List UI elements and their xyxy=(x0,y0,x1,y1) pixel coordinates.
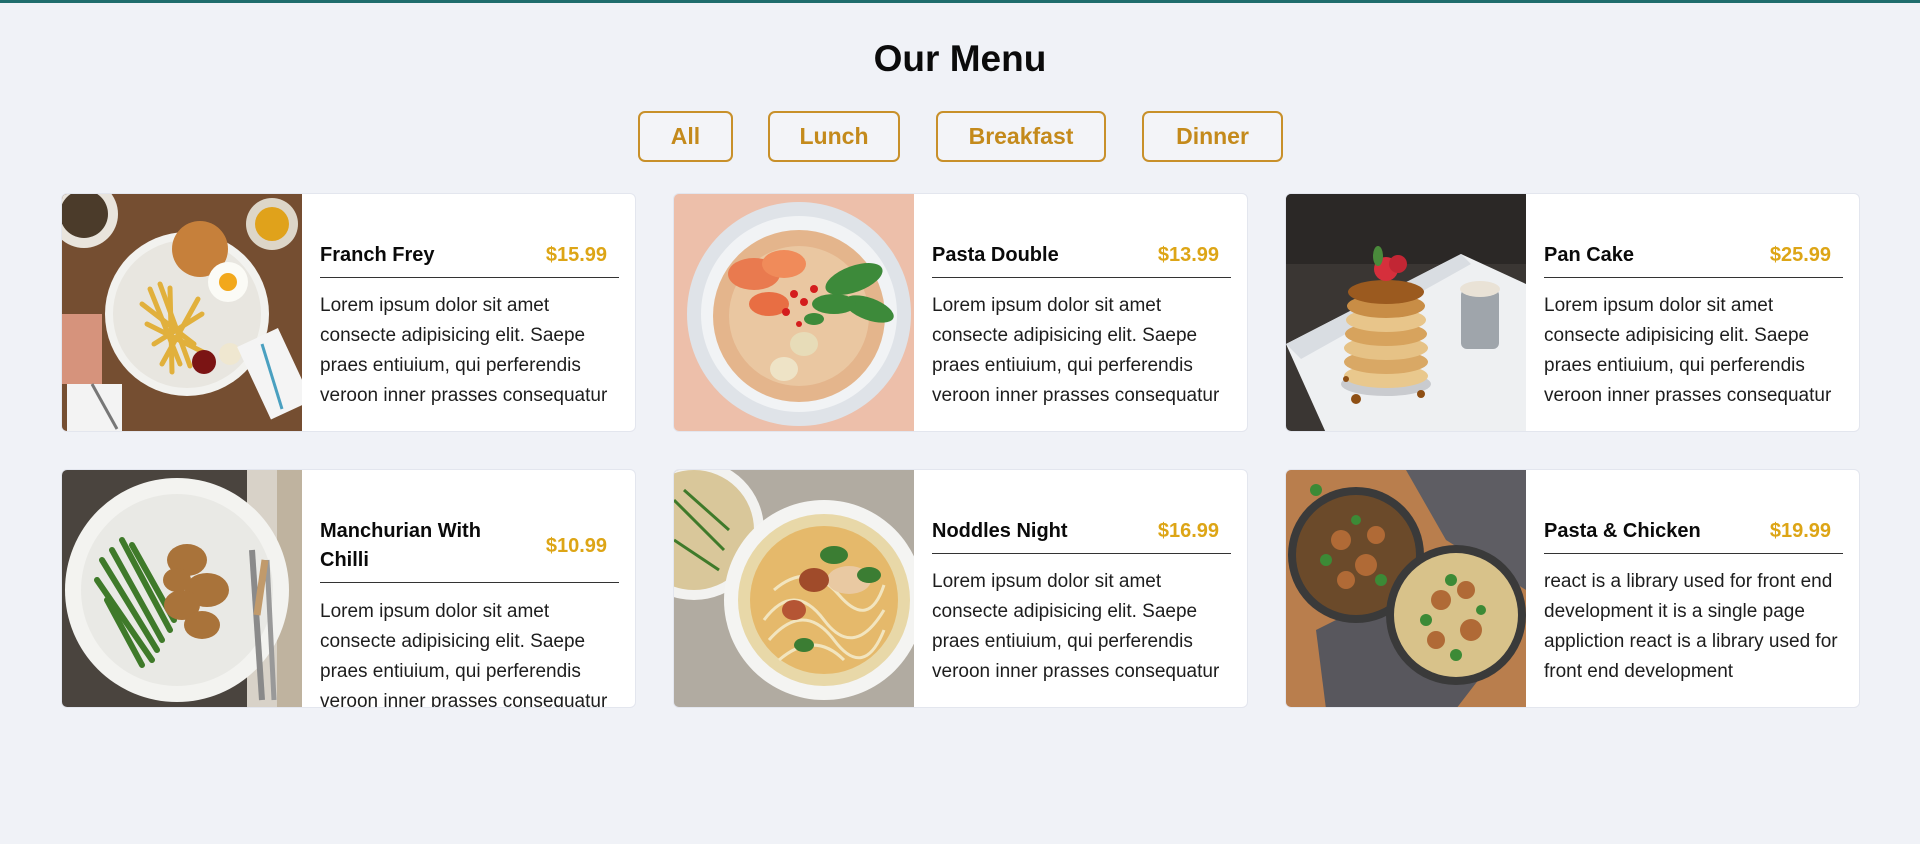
top-accent-bar xyxy=(0,0,1920,3)
menu-item-card[interactable]: Franch Frey $15.99 Lorem ipsum dolor sit… xyxy=(61,193,636,432)
menu-item-description: Lorem ipsum dolor sit amet consecte adip… xyxy=(320,295,608,406)
food-image-noodle-soup xyxy=(674,470,914,707)
menu-item-card[interactable]: Noddles Night $16.99 Lorem ipsum dolor s… xyxy=(673,469,1248,708)
menu-item-name: Manchurian With Chilli xyxy=(320,520,481,571)
menu-item-card[interactable]: Pasta Double $13.99 Lorem ipsum dolor si… xyxy=(673,193,1248,432)
food-image-shrimp-noodles xyxy=(674,194,914,431)
menu-item-description: react is a library used for front end de… xyxy=(1544,571,1838,682)
menu-item-description: Lorem ipsum dolor sit amet consecte adip… xyxy=(932,295,1220,406)
menu-item-name: Noddles Night xyxy=(932,520,1068,542)
menu-item-name: Pasta Double xyxy=(932,244,1059,266)
menu-item-price: $15.99 xyxy=(545,244,607,266)
menu-item-name: Franch Frey xyxy=(320,244,435,266)
menu-item-description: Lorem ipsum dolor sit amet consecte adip… xyxy=(1544,295,1832,406)
menu-item-price: $13.99 xyxy=(1157,244,1219,266)
menu-item-price: $16.99 xyxy=(1157,520,1219,542)
food-image-burger-fries xyxy=(62,194,302,431)
menu-item-name: Pasta & Chicken xyxy=(1544,520,1701,542)
food-image-mushroom-bowls xyxy=(1286,470,1526,707)
menu-item-price: $19.99 xyxy=(1769,520,1831,542)
filter-breakfast-button[interactable]: Breakfast xyxy=(936,111,1106,162)
food-image-pancakes xyxy=(1286,194,1526,431)
filter-bar: All Lunch Breakfast Dinner xyxy=(0,111,1920,163)
menu-item-card[interactable]: Pasta & Chicken $19.99 react is a librar… xyxy=(1285,469,1860,708)
menu-item-description: Lorem ipsum dolor sit amet consecte adip… xyxy=(320,601,608,708)
menu-item-description: Lorem ipsum dolor sit amet consecte adip… xyxy=(932,571,1220,682)
menu-item-card[interactable]: Manchurian With Chilli $10.99 Lorem ipsu… xyxy=(61,469,636,708)
menu-item-price: $25.99 xyxy=(1769,244,1831,266)
menu-item-card[interactable]: Pan Cake $25.99 Lorem ipsum dolor sit am… xyxy=(1285,193,1860,432)
page-title: Our Menu xyxy=(873,38,1047,79)
filter-dinner-button[interactable]: Dinner xyxy=(1142,111,1283,162)
food-image-green-beans-chicken xyxy=(62,470,302,707)
menu-item-name: Pan Cake xyxy=(1544,244,1635,266)
menu-item-price: $10.99 xyxy=(545,534,607,557)
filter-all-button[interactable]: All xyxy=(638,111,733,162)
filter-lunch-button[interactable]: Lunch xyxy=(768,111,900,162)
